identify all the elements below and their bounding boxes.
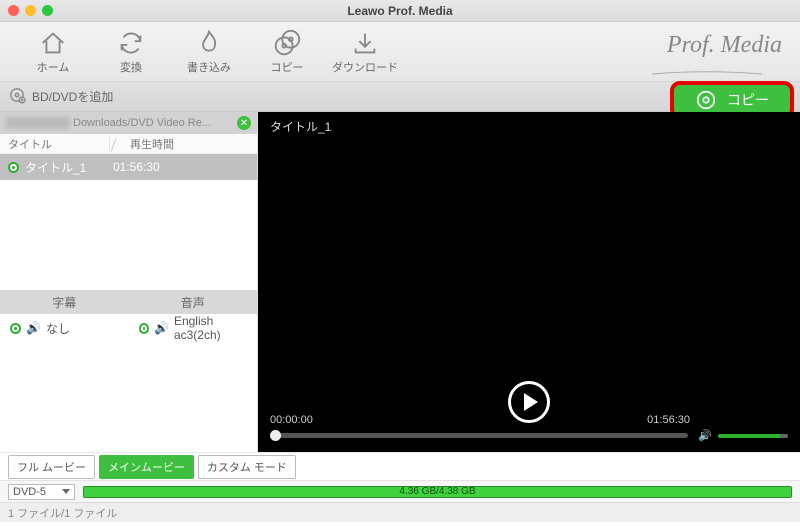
playback-controls: 🔊 [270,429,788,442]
mode-custom-button[interactable]: カスタム モード [198,455,296,479]
copy-start-label: コピー [727,90,769,110]
top-toolbar: ホーム 変換 書き込み コピー ダウンロード Prof. Media [0,22,800,82]
nav-home-label: ホーム [37,59,70,75]
speaker-icon: 🔊 [154,321,169,335]
subtitle-value: なし [46,320,70,337]
remove-source-button[interactable]: ✕ [237,116,251,130]
nav-burn-button[interactable]: 書き込み [170,29,248,75]
convert-icon [116,29,146,57]
brand-underline [632,66,782,72]
title-column-headers: タイトル 再生時間 [0,134,257,154]
mode-selector-row: フル ムービー メインムービー カスタム モード [0,452,800,480]
nav-download-button[interactable]: ダウンロード [326,29,404,75]
status-bar: 1 ファイル/1 ファイル [0,502,800,522]
audio-value: English ac3(2ch) [174,314,257,342]
volume-control: 🔊 [698,429,788,442]
audio-cell[interactable]: 🔊 English ac3(2ch) [129,314,258,342]
subtitle-cell[interactable]: 🔊 なし [0,320,129,337]
time-total: 01:56:30 [647,414,690,426]
time-labels: 00:00:00 01:56:30 [270,414,690,426]
action-bar: BD/DVDを追加 コピー [0,82,800,112]
disc-capacity-row: DVD-5 4.36 GB/4.38 GB [0,480,800,502]
status-text: 1 ファイル/1 ファイル [8,505,117,521]
audio-header: 音声 [129,294,258,311]
subtitle-radio[interactable] [10,323,21,334]
source-path-redacted [6,117,70,129]
brand-logo: Prof. Media [667,32,782,59]
nav-burn-label: 書き込み [187,59,231,75]
disc-copy-icon [272,29,302,57]
capacity-bar: 4.36 GB/4.38 GB [83,486,792,498]
title-list-panel: Downloads/DVD Video Re... ✕ タイトル 再生時間 タイ… [0,112,258,452]
track-headers: 字幕 音声 [0,290,257,314]
window-title: Leawo Prof. Media [0,4,800,18]
disc-type-value: DVD-5 [13,486,46,498]
track-row: 🔊 なし 🔊 English ac3(2ch) [0,314,257,342]
source-path-text: Downloads/DVD Video Re... [73,117,211,129]
seek-knob[interactable] [270,430,281,441]
disc-type-select[interactable]: DVD-5 [8,484,75,500]
title-row-duration: 01:56:30 [113,160,160,174]
home-icon [38,29,68,57]
audio-radio[interactable] [139,323,150,334]
nav-convert-label: 変換 [120,59,142,75]
title-row-radio[interactable] [8,162,19,173]
col-duration: 再生時間 [110,136,174,152]
title-row-name: タイトル_1 [25,159,113,176]
nav-download-label: ダウンロード [332,59,398,75]
burn-icon [194,29,224,57]
col-title: タイトル [0,136,110,152]
main-area: Downloads/DVD Video Re... ✕ タイトル 再生時間 タイ… [0,112,800,452]
add-disc-icon [8,86,26,107]
time-current: 00:00:00 [270,414,313,426]
add-bd-dvd-label: BD/DVDを追加 [32,88,113,105]
subtitle-header: 字幕 [0,294,129,311]
nav-copy-button[interactable]: コピー [248,29,326,75]
nav-convert-button[interactable]: 変換 [92,29,170,75]
left-blank [0,342,257,452]
mode-main-button[interactable]: メインムービー [99,455,194,479]
download-icon [350,29,380,57]
source-path-row: Downloads/DVD Video Re... ✕ [0,112,257,134]
capacity-text: 4.36 GB/4.38 GB [399,486,475,497]
speaker-icon: 🔊 [26,321,41,335]
preview-panel: タイトル_1 00:00:00 01:56:30 🔊 [258,112,800,452]
add-bd-dvd-button[interactable]: BD/DVDを追加 [8,86,113,107]
preview-title: タイトル_1 [270,118,331,135]
volume-slider[interactable] [718,434,788,438]
window-titlebar: Leawo Prof. Media [0,0,800,22]
disc-icon [695,89,717,111]
title-row[interactable]: タイトル_1 01:56:30 [0,154,257,180]
mode-full-button[interactable]: フル ムービー [8,455,95,479]
seek-slider[interactable] [270,433,688,438]
nav-copy-label: コピー [271,59,304,75]
title-list-empty [0,180,257,290]
volume-icon[interactable]: 🔊 [698,429,712,442]
nav-home-button[interactable]: ホーム [14,29,92,75]
